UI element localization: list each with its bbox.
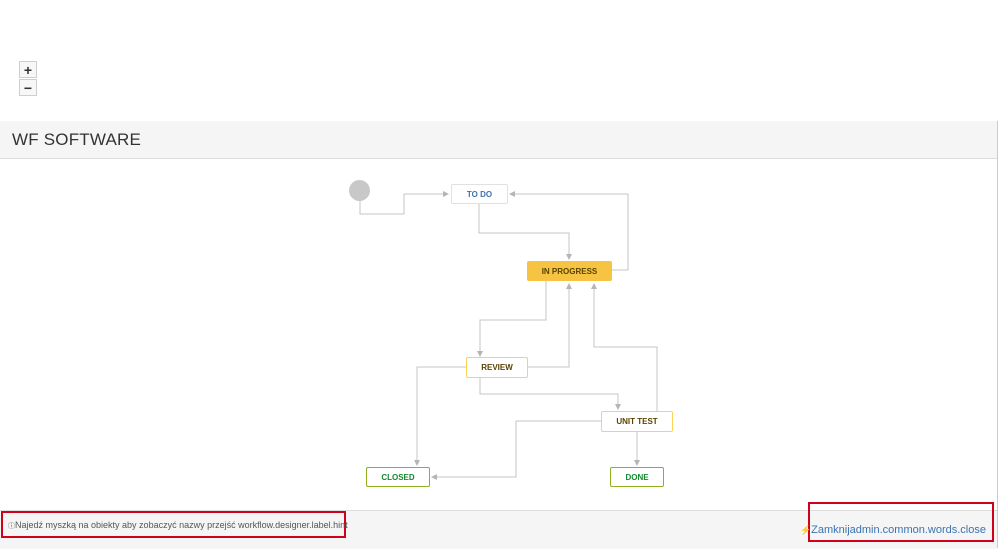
transition-todo-progress[interactable] bbox=[478, 203, 572, 260]
transition-review-unittest[interactable] bbox=[479, 378, 621, 410]
transition-review-progress[interactable] bbox=[528, 283, 572, 368]
hint-label: Najedź myszką na obiekty aby zobaczyć na… bbox=[15, 520, 348, 530]
status-done[interactable]: DONE bbox=[610, 467, 664, 487]
hint-highlight: ⓘNajedź myszką na obiekty aby zobaczyć n… bbox=[1, 511, 348, 538]
close-highlight: ⚡Zamknijadmin.common.words.close bbox=[800, 502, 994, 542]
transition-review-closed[interactable] bbox=[414, 366, 466, 466]
status-review[interactable]: REVIEW bbox=[466, 357, 528, 378]
transition-lines bbox=[359, 191, 658, 480]
transition-progress-review[interactable] bbox=[477, 281, 547, 357]
close-link[interactable]: ⚡Zamknijadmin.common.words.close bbox=[800, 524, 986, 536]
bolt-icon: ⚡ bbox=[799, 525, 812, 535]
status-in-progress[interactable]: IN PROGRESS bbox=[527, 261, 612, 281]
transition-start-todo[interactable] bbox=[359, 191, 449, 215]
status-closed[interactable]: CLOSED bbox=[366, 467, 430, 487]
status-unit-test[interactable]: UNIT TEST bbox=[601, 411, 673, 432]
info-icon: ⓘ bbox=[8, 523, 15, 530]
transition-unittest-closed[interactable] bbox=[431, 420, 602, 480]
hint-text: ⓘNajedź myszką na obiekty aby zobaczyć n… bbox=[8, 520, 348, 531]
workflow-diagram bbox=[359, 191, 658, 480]
transition-unittest-progress[interactable] bbox=[591, 283, 658, 411]
status-todo[interactable]: TO DO bbox=[451, 184, 508, 204]
start-node[interactable] bbox=[349, 180, 370, 201]
close-label[interactable]: Zamknijadmin.common.words.close bbox=[811, 524, 986, 536]
